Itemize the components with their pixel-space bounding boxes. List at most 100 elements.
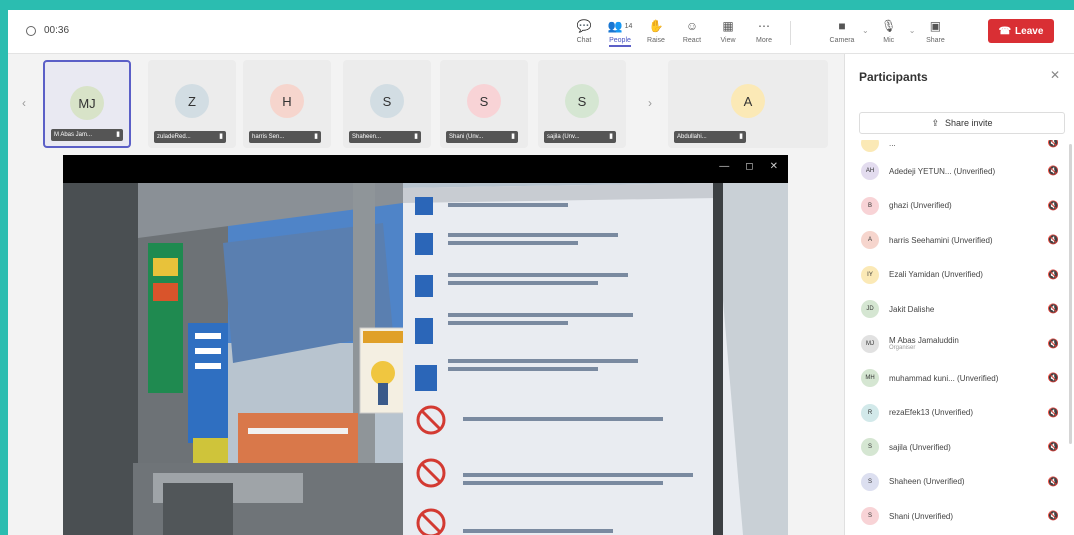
camera-options-caret[interactable]: ⌄: [862, 26, 869, 35]
participant-name-tag: Abdullahi... ▮: [674, 131, 746, 143]
participant-row-name: Shani (Unverified): [889, 512, 1039, 521]
participant-list-scrollbar[interactable]: [1069, 144, 1072, 444]
share-invite-button[interactable]: ⇪ Share invite: [859, 112, 1065, 134]
participant-tile[interactable]: S Shaheen... ▮: [343, 60, 431, 148]
mic-muted-icon: ▮: [739, 133, 743, 140]
participant-list: ... 🔇 AH Adedeji YETUN... (Unverified) 🔇 Bgha…: [845, 140, 1074, 535]
participant-row[interactable]: ... 🔇: [845, 140, 1074, 154]
mic-muted-icon: ▮: [414, 133, 418, 140]
participant-row[interactable]: MJ M Abas Jamaluddin Organiser 🔇: [845, 327, 1074, 362]
teams-meeting-window: 00:36 💬 Chat 👥 14 People ✋ Raise ☺ React ▦ View ⋯ Mo…: [8, 10, 1074, 535]
mic-muted-icon: ▮: [511, 133, 515, 140]
mic-muted-icon: ▮: [609, 133, 613, 140]
more-button[interactable]: ⋯ More: [748, 16, 780, 50]
mic-options-caret[interactable]: ⌄: [909, 26, 916, 35]
participant-row[interactable]: JD Jakit Dalishe 🔇: [845, 292, 1074, 327]
participant-tile[interactable]: ZzuladeRed... ▮: [148, 60, 236, 148]
participant-name-tag: harris Sen... ▮: [249, 131, 321, 143]
participant-row[interactable]: IY Ezali Yamidan (Unverified) 🔇: [845, 258, 1074, 293]
avatar: Z: [175, 84, 209, 118]
grid-icon: ▦: [722, 19, 734, 33]
avatar: AH: [861, 162, 879, 181]
avatar: S: [861, 472, 879, 491]
participant-row-name-text: ghazi (Unverified): [889, 201, 952, 211]
share-button[interactable]: ▣ Share: [919, 16, 951, 50]
smile-icon: ☺: [685, 19, 699, 33]
meeting-controls: 💬 Chat 👥 14 People ✋ Raise ☺ React ▦ View ⋯ More: [568, 16, 797, 50]
participant-tile[interactable]: A Abdullahi... ▮: [668, 60, 828, 148]
mic-muted-icon: ▮: [314, 133, 318, 140]
participant-name: harris Sen...: [252, 134, 285, 140]
mic-muted-icon: 🔇: [1047, 407, 1059, 418]
timer-icon: [26, 25, 36, 36]
participant-row[interactable]: RrezaEfek13 (Unverified) 🔇: [845, 396, 1074, 431]
people-count: 14: [624, 22, 633, 30]
avatar: S: [861, 438, 879, 457]
participant-row-name-text: Shani (Unverified): [889, 511, 954, 521]
gallery-next-arrow[interactable]: ›: [648, 96, 652, 110]
chat-button[interactable]: 💬 Chat: [568, 16, 600, 50]
participant-row-name: rezaEfek13 (Unverified): [889, 408, 1039, 417]
participant-row[interactable]: S Shani (Unverified) 🔇: [845, 499, 1074, 534]
participants-panel: Participants ✕ ⇪ Share invite ... 🔇 AH Aded…: [844, 54, 1074, 535]
avatar: IY: [861, 265, 879, 284]
people-icon: 👥 14: [607, 19, 633, 33]
more-icon: ⋯: [758, 19, 770, 33]
mic-muted-icon: 🔇: [1047, 372, 1059, 383]
timer-text: 00:36: [44, 25, 70, 36]
participant-tile[interactable]: Hharris Sen... ▮: [243, 60, 331, 148]
participant-row[interactable]: S Shaheen (Unverified) 🔇: [845, 465, 1074, 500]
participant-row[interactable]: Ssajila (Unverified) 🔇: [845, 430, 1074, 465]
participant-tile[interactable]: S Shani (Unv... ▮: [440, 60, 528, 148]
participant-row[interactable]: Bghazi (Unverified) 🔇: [845, 189, 1074, 224]
participant-row[interactable]: Aharris Seehamini (Unverified) 🔇: [845, 223, 1074, 258]
mic-muted-icon: 🔇: [1047, 338, 1059, 349]
avatar: A: [731, 84, 765, 118]
share-invite-icon: ⇪: [931, 117, 939, 128]
participant-row-name-text: harris Seehamini (Unverified): [889, 235, 993, 245]
people-button[interactable]: 👥 14 People: [604, 16, 636, 50]
avatar: A: [861, 231, 879, 250]
participant-gallery: ‹ › MJ M Abas Jam... ▮ ZzuladeRed... ▮ Hharri…: [8, 54, 840, 152]
participant-row-name-text: Ezali Yamidan (Unverified): [889, 270, 983, 280]
avatar: S: [565, 84, 599, 118]
avatar: B: [861, 196, 879, 215]
mic-muted-icon: 🔇: [1047, 234, 1059, 245]
view-label: View: [720, 37, 736, 44]
participant-row-name-text: Shaheen (Unverified): [889, 477, 965, 487]
participant-tile[interactable]: Ssajila (Unv... ▮: [538, 60, 626, 148]
participant-tile[interactable]: MJ M Abas Jam... ▮: [43, 60, 131, 148]
meeting-timer: 00:36: [26, 25, 69, 36]
camera-button[interactable]: ■ Camera: [826, 16, 858, 50]
people-label: People: [609, 37, 631, 47]
raise-label: Raise: [647, 37, 665, 44]
maximize-icon[interactable]: ◻: [745, 161, 753, 172]
close-share-icon[interactable]: ✕: [770, 161, 778, 172]
minimize-icon[interactable]: —: [719, 161, 729, 172]
participant-row[interactable]: MH muhammad kuni... (Unverified) 🔇: [845, 361, 1074, 396]
leave-button[interactable]: ☎ Leave: [988, 19, 1054, 43]
mic-muted-icon: 🔇: [1047, 303, 1059, 314]
view-button[interactable]: ▦ View: [712, 16, 744, 50]
close-panel-icon[interactable]: ✕: [1050, 68, 1060, 82]
participant-name-tag: zuladeRed... ▮: [154, 131, 226, 143]
mic-button[interactable]: 🎙 Mic: [873, 16, 905, 50]
shared-screen-image: [63, 183, 788, 535]
participant-name: sajila (Unv...: [547, 134, 580, 140]
participant-row[interactable]: AH Adedeji YETUN... (Unverified) 🔇: [845, 154, 1074, 189]
gallery-prev-arrow[interactable]: ‹: [22, 96, 26, 110]
mic-muted-icon: 🔇: [1047, 510, 1059, 521]
avatar: S: [861, 507, 879, 526]
avatar: MJ: [70, 86, 104, 120]
more-label: More: [756, 37, 772, 44]
avatar: JD: [861, 300, 879, 319]
mic-icon: 🎙: [881, 19, 897, 33]
raise-button[interactable]: ✋ Raise: [640, 16, 672, 50]
participant-row-name-text: ...: [889, 140, 896, 148]
participant-row-name-text: Adedeji YETUN... (Unverified): [889, 166, 996, 176]
react-button[interactable]: ☺ React: [676, 16, 708, 50]
shared-screen: — ◻ ✕: [63, 155, 788, 535]
avatar: R: [861, 403, 879, 422]
participant-name: M Abas Jam...: [54, 132, 93, 138]
participant-row-name-text: sajila (Unverified): [889, 442, 951, 452]
